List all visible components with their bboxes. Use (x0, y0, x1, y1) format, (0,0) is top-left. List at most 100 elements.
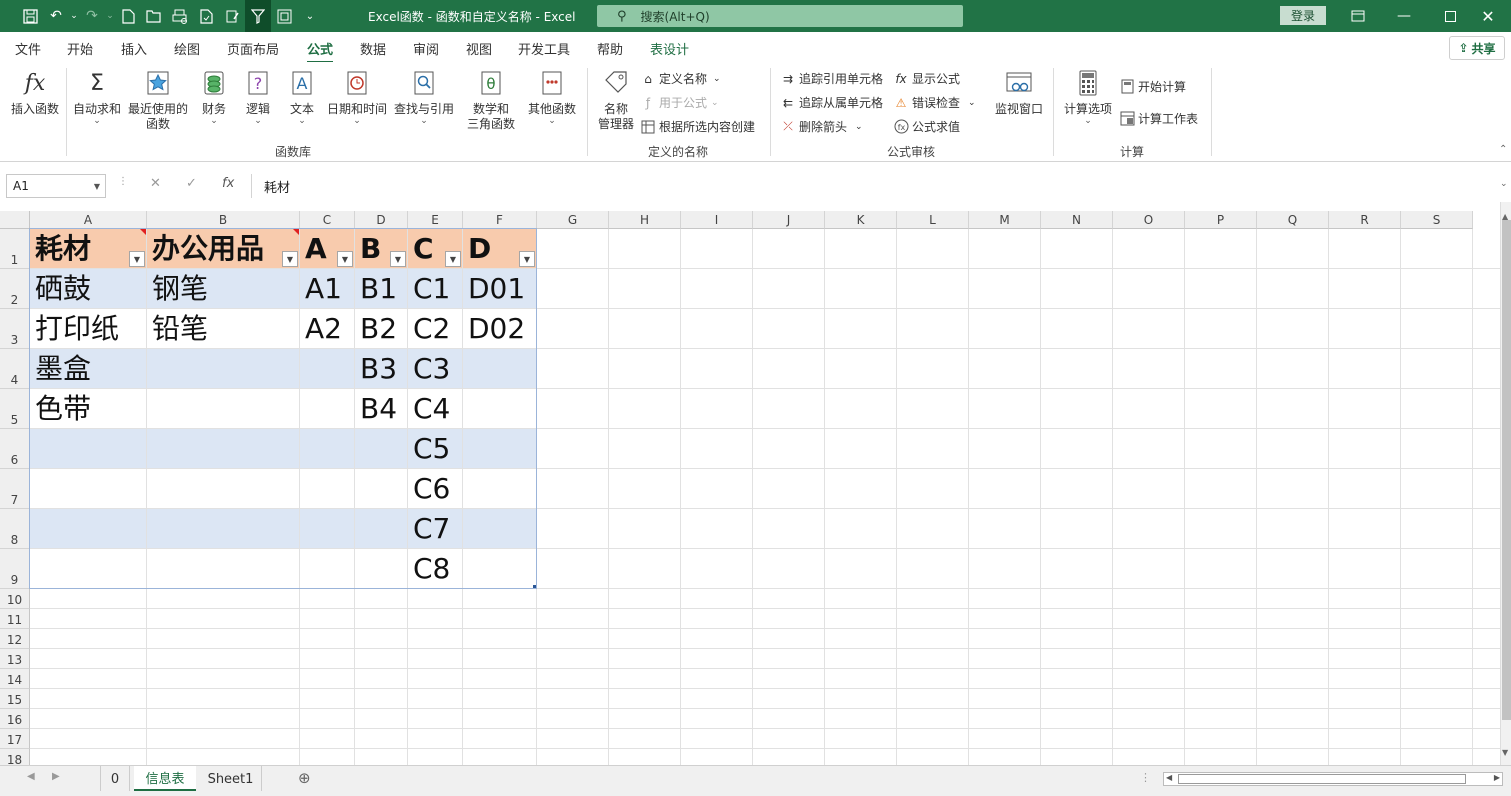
logical-button[interactable]: ? 逻辑 ⌄ (240, 68, 276, 126)
row-header[interactable]: 7 (0, 469, 30, 509)
table-cell[interactable]: D01 (463, 269, 537, 309)
row-header[interactable]: 8 (0, 509, 30, 549)
more-functions-button[interactable]: 其他函数 ⌄ (526, 68, 578, 126)
column-header[interactable]: N (1041, 211, 1113, 229)
table-cell[interactable]: A1 (300, 269, 355, 309)
sheet-tab-0[interactable]: 0 (100, 766, 130, 792)
autosum-button[interactable]: Σ 自动求和 ⌄ (70, 68, 124, 126)
table-cell[interactable]: C5 (408, 429, 463, 469)
open-icon[interactable] (141, 0, 167, 32)
customize-icon[interactable]: ⌄ (297, 0, 323, 32)
table-cell[interactable]: 钢笔 (147, 269, 300, 309)
calc-options-button[interactable]: 计算选项 ⌄ (1060, 68, 1116, 126)
table-cell[interactable]: C7 (408, 509, 463, 549)
table-cell[interactable]: B3 (355, 349, 408, 389)
table-cell[interactable]: B1 (355, 269, 408, 309)
filter-dropdown-icon[interactable]: ▼ (519, 251, 535, 267)
sheet-tab-info[interactable]: 信息表 (134, 766, 196, 792)
tab-review[interactable]: 审阅 (413, 39, 439, 58)
row-header[interactable]: 9 (0, 549, 30, 589)
print-preview-icon[interactable] (167, 0, 193, 32)
row-header[interactable]: 6 (0, 429, 30, 469)
table-header-cell[interactable]: 办公用品 (147, 229, 300, 269)
financial-button[interactable]: 财务 ⌄ (196, 68, 232, 126)
filter-dropdown-icon[interactable]: ▼ (390, 251, 406, 267)
login-button[interactable]: 登录 (1280, 6, 1326, 25)
name-box[interactable]: A1 ▼ (6, 174, 106, 198)
row-header[interactable]: 14 (0, 669, 30, 689)
table-cell[interactable]: 打印纸 (30, 309, 147, 349)
column-header[interactable]: L (897, 211, 969, 229)
table-cell[interactable]: B2 (355, 309, 408, 349)
column-header[interactable]: P (1185, 211, 1257, 229)
row-header[interactable]: 15 (0, 689, 30, 709)
table-resize-handle[interactable] (533, 585, 536, 588)
column-header[interactable]: S (1401, 211, 1473, 229)
row-header[interactable]: 12 (0, 629, 30, 649)
error-checking-button[interactable]: ⚠ 错误检查 ⌄ (893, 94, 976, 111)
row-header[interactable]: 11 (0, 609, 30, 629)
evaluate-formula-button[interactable]: fx 公式求值 (893, 118, 960, 135)
add-sheet-icon[interactable]: ⊕ (298, 769, 311, 787)
trace-dependents-button[interactable]: ⇇ 追踪从属单元格 (780, 94, 883, 111)
row-header[interactable]: 2 (0, 269, 30, 309)
scroll-right-icon[interactable]: ▶ (1494, 773, 1500, 782)
row-header[interactable]: 3 (0, 309, 30, 349)
insert-function-button[interactable]: fx 插入函数 (8, 68, 62, 117)
search-input[interactable]: ⚲ 搜索(Alt+Q) (597, 5, 963, 27)
redo-dropdown-icon[interactable]: ⌄ (105, 0, 115, 32)
column-header[interactable]: H (609, 211, 681, 229)
sheet-tab-sheet1[interactable]: Sheet1 (200, 766, 262, 792)
column-header[interactable]: F (463, 211, 537, 229)
vertical-scroll-thumb[interactable] (1502, 220, 1511, 720)
form-icon[interactable] (219, 0, 245, 32)
row-header[interactable]: 16 (0, 709, 30, 729)
tab-draw[interactable]: 绘图 (174, 39, 200, 58)
table-cell[interactable]: C4 (408, 389, 463, 429)
column-header[interactable]: B (147, 211, 300, 229)
tab-split-handle-icon[interactable]: ⋮ (1140, 771, 1151, 784)
recent-functions-button[interactable]: 最近使用的 函数 (126, 68, 190, 132)
layout-icon[interactable] (271, 0, 297, 32)
next-sheet-icon[interactable]: ▶ (52, 771, 60, 782)
math-trig-button[interactable]: θ 数学和 三角函数 (460, 68, 522, 132)
table-cell[interactable]: C8 (408, 549, 463, 589)
ribbon-display-icon[interactable] (1335, 0, 1381, 32)
filter-dropdown-icon[interactable]: ▼ (445, 251, 461, 267)
column-header[interactable]: M (969, 211, 1041, 229)
column-header[interactable]: K (825, 211, 897, 229)
column-header[interactable]: G (537, 211, 609, 229)
scroll-down-icon[interactable]: ▼ (1502, 748, 1508, 757)
prev-sheet-icon[interactable]: ◀ (27, 771, 35, 782)
column-header[interactable]: O (1113, 211, 1185, 229)
table-cell[interactable]: C1 (408, 269, 463, 309)
lookup-button[interactable]: 查找与引用 ⌄ (392, 68, 456, 126)
share-button[interactable]: ⇪ 共享 (1449, 36, 1505, 60)
worksheet-grid[interactable]: A B C D E F G H I J K L M N O P Q R S 1 2 3 4 5 6 7 8 9 10 11 12 13 14 15… (0, 211, 1500, 765)
tab-formulas[interactable]: 公式 (307, 39, 334, 64)
tab-developer[interactable]: 开发工具 (518, 39, 570, 58)
name-manager-button[interactable]: 名称 管理器 (595, 68, 637, 132)
expand-formula-icon[interactable]: ⌄ (1500, 179, 1508, 189)
table-cell[interactable]: D02 (463, 309, 537, 349)
watch-window-button[interactable]: 监视窗口 (992, 68, 1046, 117)
row-header[interactable]: 1 (0, 229, 30, 269)
select-all-corner[interactable] (0, 211, 30, 229)
horizontal-scrollbar[interactable]: ◀ ▶ (1163, 772, 1503, 786)
row-header[interactable]: 5 (0, 389, 30, 429)
vertical-scrollbar[interactable]: ▲ ▼ (1500, 202, 1511, 765)
column-header[interactable]: Q (1257, 211, 1329, 229)
use-in-formula-button[interactable]: ƒ 用于公式 ⌄ (640, 94, 719, 111)
horizontal-scroll-thumb[interactable] (1178, 774, 1466, 784)
filter-dropdown-icon[interactable]: ▼ (337, 251, 353, 267)
row-header[interactable]: 18 (0, 749, 30, 765)
save-icon[interactable] (17, 0, 43, 32)
collapse-ribbon-icon[interactable]: ⌃ (1499, 144, 1507, 155)
undo-icon[interactable]: ↶ (43, 0, 69, 32)
table-cell[interactable]: 墨盒 (30, 349, 147, 389)
tab-view[interactable]: 视图 (466, 39, 492, 58)
text-button[interactable]: A 文本 ⌄ (284, 68, 320, 126)
define-name-button[interactable]: ⌂ 定义名称 ⌄ (640, 70, 720, 87)
table-cell[interactable]: 铅笔 (147, 309, 300, 349)
tab-help[interactable]: 帮助 (597, 39, 623, 58)
